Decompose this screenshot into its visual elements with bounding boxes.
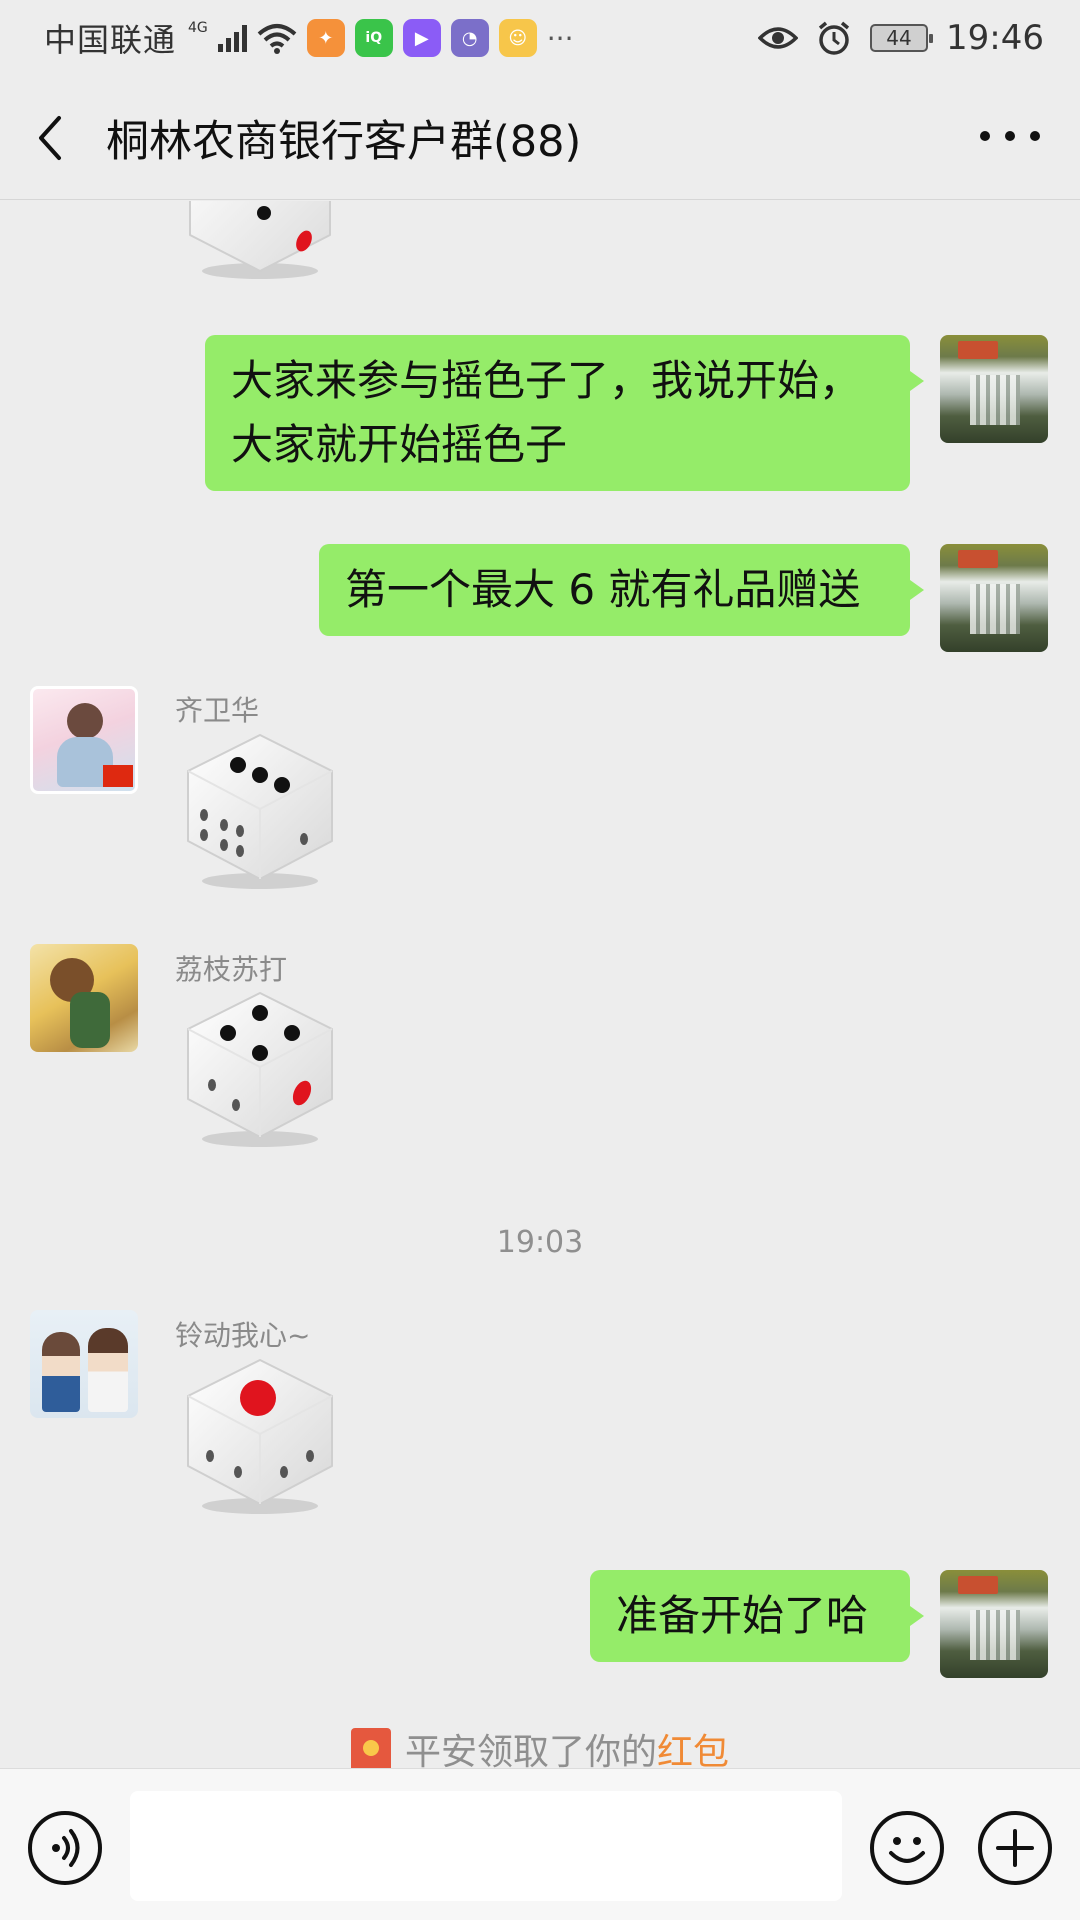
dice-image-partial (189, 201, 331, 279)
dice-image-one[interactable] (180, 1356, 340, 1516)
message-bubble[interactable]: 大家来参与摇色子了，我说开始，大家就开始摇色子 (205, 335, 924, 491)
dot-icon (1030, 131, 1040, 141)
system-text: 平安领取了你的 (404, 1732, 657, 1768)
china-flag-icon (103, 765, 133, 787)
wifi-icon (257, 24, 297, 54)
uc-browser-icon: ✦ (306, 19, 345, 57)
chat-title: 桐林农商银行客户群(88) (106, 116, 582, 167)
network-type: 4G (188, 20, 208, 36)
system-message: 平安领取了你的红包 (0, 1723, 1080, 1768)
sender-name: 铃动我心~ (175, 1319, 311, 1352)
message-bubble[interactable]: 第一个最大 6 就有礼品赠送 (319, 544, 924, 636)
self-avatar[interactable] (940, 544, 1048, 652)
sender-name: 荔枝苏打 (175, 953, 288, 986)
member-avatar-li[interactable] (30, 944, 138, 1052)
chat-header: 桐林农商银行客户群(88) (0, 76, 1080, 200)
game-app-icon: ☺ (498, 19, 537, 57)
clock: 19:46 (946, 18, 1044, 58)
red-packet-link[interactable]: 红包 (657, 1732, 729, 1768)
more-options-button[interactable] (980, 116, 1040, 156)
member-avatar-qi[interactable] (30, 686, 138, 794)
status-bar: 中国联通 4G ✦ iQ ▶ ◔ ☺ ··· 44 19:46 (0, 0, 1080, 76)
battery-level: 44 (886, 26, 912, 50)
carrier-name: 中国联通 (44, 21, 177, 59)
dot-icon (980, 131, 990, 141)
battery-icon: 44 (870, 24, 934, 52)
dice-image-four[interactable] (180, 989, 340, 1149)
time-separator: 19:03 (496, 1225, 584, 1260)
more-notifications-icon: ··· (546, 21, 574, 55)
chevron-left-icon (39, 115, 61, 160)
video-player-icon: ▶ (402, 19, 441, 57)
more-functions-button[interactable] (978, 1811, 1052, 1885)
voice-button[interactable] (28, 1811, 102, 1885)
iqiyi-icon: iQ (354, 19, 393, 57)
message-bubble[interactable]: 准备开始了哈 (590, 1570, 924, 1662)
sender-name: 齐卫华 (175, 694, 260, 727)
emoji-button[interactable] (870, 1811, 944, 1885)
message-input[interactable] (130, 1791, 842, 1901)
app-circle-icon: ◔ (450, 19, 489, 57)
self-avatar[interactable] (940, 335, 1048, 443)
alarm-icon (818, 21, 850, 55)
status-left: 中国联通 4G ✦ iQ ▶ ◔ ☺ ··· (44, 15, 573, 61)
self-avatar[interactable] (940, 1570, 1048, 1678)
voice-icon (52, 1829, 80, 1867)
red-packet-icon (350, 1728, 391, 1768)
status-right: 44 19:46 (758, 18, 1044, 58)
message-list[interactable]: 大家来参与摇色子了，我说开始，大家就开始摇色子 第一个最大 6 就有礼品赠送 齐… (0, 201, 1080, 1768)
eye-icon (758, 27, 799, 49)
back-button[interactable] (0, 76, 100, 199)
dot-icon (1005, 131, 1015, 141)
member-avatar-ling[interactable] (30, 1310, 138, 1418)
plus-icon (996, 1829, 1034, 1867)
input-bar (0, 1768, 1080, 1920)
signal-icon (217, 24, 247, 52)
smile-icon (889, 1837, 925, 1863)
dice-image-three[interactable] (180, 731, 340, 891)
